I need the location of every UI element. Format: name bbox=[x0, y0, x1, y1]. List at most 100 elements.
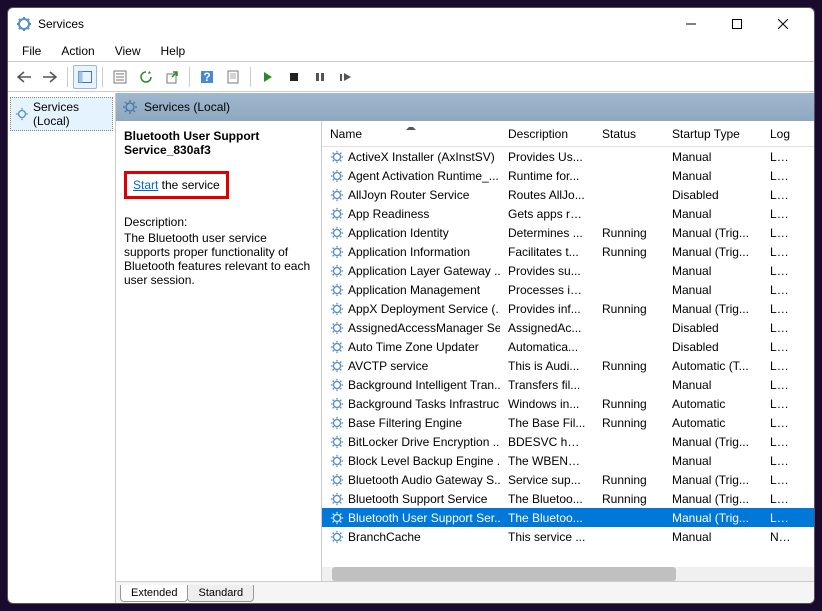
service-desc-cell: BDESVC hos... bbox=[500, 435, 594, 449]
service-name-cell: Agent Activation Runtime_... bbox=[322, 169, 500, 183]
show-hide-tree-button[interactable] bbox=[73, 65, 97, 89]
service-row[interactable]: AssignedAccessManager Se...AssignedAc...… bbox=[322, 318, 814, 337]
export-button[interactable] bbox=[160, 65, 184, 89]
services-icon bbox=[16, 16, 32, 32]
service-desc-cell: This is Audi... bbox=[500, 359, 594, 373]
tree-root-label: Services (Local) bbox=[33, 100, 108, 128]
service-name-cell: AssignedAccessManager Se... bbox=[322, 321, 500, 335]
services-list: Name Description Status Startup Type Log… bbox=[322, 121, 814, 581]
service-status-cell: Running bbox=[594, 359, 664, 373]
properties-button[interactable] bbox=[108, 65, 132, 89]
service-desc-cell: The WBENG... bbox=[500, 454, 594, 468]
service-row[interactable]: BitLocker Drive Encryption ...BDESVC hos… bbox=[322, 432, 814, 451]
horizontal-scrollbar[interactable] bbox=[322, 567, 814, 581]
tab-standard[interactable]: Standard bbox=[187, 585, 254, 602]
service-desc-cell: Runtime for... bbox=[500, 169, 594, 183]
service-status-cell: Running bbox=[594, 226, 664, 240]
service-row[interactable]: Bluetooth Support ServiceThe Bluetoo...R… bbox=[322, 489, 814, 508]
service-desc-cell: Automatica... bbox=[500, 340, 594, 354]
service-row[interactable]: Application ManagementProcesses in...Man… bbox=[322, 280, 814, 299]
service-status-cell: Running bbox=[594, 416, 664, 430]
service-row[interactable]: Bluetooth Audio Gateway S...Service sup.… bbox=[322, 470, 814, 489]
service-startup-cell: Disabled bbox=[664, 340, 762, 354]
service-name-cell: BranchCache bbox=[322, 530, 500, 544]
service-desc-cell: Facilitates t... bbox=[500, 245, 594, 259]
menu-action[interactable]: Action bbox=[51, 42, 104, 60]
back-button[interactable] bbox=[12, 65, 36, 89]
close-button[interactable] bbox=[760, 9, 806, 39]
service-startup-cell: Manual (Trig... bbox=[664, 492, 762, 506]
restart-service-button[interactable] bbox=[334, 65, 358, 89]
maximize-button[interactable] bbox=[714, 9, 760, 39]
pause-service-button[interactable] bbox=[308, 65, 332, 89]
play-icon bbox=[262, 71, 274, 83]
arrow-right-icon bbox=[42, 71, 58, 83]
arrow-left-icon bbox=[16, 71, 32, 83]
toolbar: ? bbox=[8, 62, 814, 92]
service-row[interactable]: Background Intelligent Tran...Transfers … bbox=[322, 375, 814, 394]
tree-services-local[interactable]: Services (Local) bbox=[10, 97, 113, 131]
action-button[interactable] bbox=[221, 65, 245, 89]
service-row[interactable]: AllJoyn Router ServiceRoutes AllJo...Dis… bbox=[322, 185, 814, 204]
service-startup-cell: Manual bbox=[664, 454, 762, 468]
list-body[interactable]: ActiveX Installer (AxInstSV)Provides Us.… bbox=[322, 147, 814, 567]
panel-icon bbox=[78, 71, 92, 83]
restart-icon bbox=[339, 71, 353, 83]
service-startup-cell: Manual (Trig... bbox=[664, 435, 762, 449]
service-row[interactable]: Application IdentityDetermines ...Runnin… bbox=[322, 223, 814, 242]
main-body: Services (Local) Services (Local) Blueto… bbox=[8, 92, 814, 603]
service-logon-cell: Loca bbox=[762, 435, 802, 449]
column-startup[interactable]: Startup Type bbox=[664, 127, 762, 141]
stop-service-button[interactable] bbox=[282, 65, 306, 89]
service-desc-cell: Provides Us... bbox=[500, 150, 594, 164]
right-content: Bluetooth User Support Service_830af3 St… bbox=[116, 121, 814, 581]
start-service-button[interactable] bbox=[256, 65, 280, 89]
service-row[interactable]: Application Layer Gateway ...Provides su… bbox=[322, 261, 814, 280]
service-row[interactable]: Background Tasks Infrastruc...Windows in… bbox=[322, 394, 814, 413]
gear-icon bbox=[15, 107, 29, 121]
refresh-button[interactable] bbox=[134, 65, 158, 89]
result-header-title: Services (Local) bbox=[144, 100, 230, 114]
service-row[interactable]: Application InformationFacilitates t...R… bbox=[322, 242, 814, 261]
minimize-button[interactable] bbox=[668, 9, 714, 39]
column-name[interactable]: Name bbox=[322, 127, 500, 141]
service-row[interactable]: Auto Time Zone UpdaterAutomatica... Disab… bbox=[322, 337, 814, 356]
service-name-cell: Auto Time Zone Updater bbox=[322, 340, 500, 354]
service-name-cell: Bluetooth Audio Gateway S... bbox=[322, 473, 500, 487]
column-logon[interactable]: Log bbox=[762, 127, 802, 141]
service-status-cell: Running bbox=[594, 492, 664, 506]
service-name-cell: Block Level Backup Engine ... bbox=[322, 454, 500, 468]
titlebar[interactable]: Services bbox=[8, 8, 814, 40]
service-row[interactable]: App ReadinessGets apps re...ManualLoca bbox=[322, 204, 814, 223]
service-name-cell: AVCTP service bbox=[322, 359, 500, 373]
service-row[interactable]: ActiveX Installer (AxInstSV)Provides Us.… bbox=[322, 147, 814, 166]
service-status-cell: Running bbox=[594, 473, 664, 487]
service-startup-cell: Manual (Trig... bbox=[664, 511, 762, 525]
help-icon: ? bbox=[200, 70, 214, 84]
service-row[interactable]: Bluetooth User Support Ser...The Bluetoo… bbox=[322, 508, 814, 527]
service-row[interactable]: AVCTP serviceThis is Audi...RunningAutom… bbox=[322, 356, 814, 375]
service-name-cell: ActiveX Installer (AxInstSV) bbox=[322, 150, 500, 164]
service-logon-cell: Loca bbox=[762, 473, 802, 487]
sheet-icon bbox=[226, 70, 240, 84]
menu-help[interactable]: Help bbox=[151, 42, 196, 60]
right-pane: Services (Local) Bluetooth User Support … bbox=[116, 93, 814, 603]
service-logon-cell: Loca bbox=[762, 397, 802, 411]
service-row[interactable]: Agent Activation Runtime_...Runtime for.… bbox=[322, 166, 814, 185]
column-status[interactable]: Status bbox=[594, 127, 664, 141]
menu-file[interactable]: File bbox=[12, 42, 51, 60]
view-tabs: Extended Standard bbox=[116, 581, 814, 603]
start-service-link[interactable]: Start bbox=[133, 178, 158, 192]
service-row[interactable]: BranchCacheThis service ...ManualNetv bbox=[322, 527, 814, 546]
service-name-cell: Base Filtering Engine bbox=[322, 416, 500, 430]
service-row[interactable]: Base Filtering EngineThe Base Fil...Runn… bbox=[322, 413, 814, 432]
forward-button[interactable] bbox=[38, 65, 62, 89]
refresh-icon bbox=[139, 70, 153, 84]
service-row[interactable]: AppX Deployment Service (...Provides inf… bbox=[322, 299, 814, 318]
service-row[interactable]: Block Level Backup Engine ...The WBENG..… bbox=[322, 451, 814, 470]
console-tree[interactable]: Services (Local) bbox=[8, 93, 116, 603]
help-button[interactable]: ? bbox=[195, 65, 219, 89]
column-description[interactable]: Description bbox=[500, 127, 594, 141]
menu-view[interactable]: View bbox=[105, 42, 151, 60]
tab-extended[interactable]: Extended bbox=[120, 585, 188, 602]
